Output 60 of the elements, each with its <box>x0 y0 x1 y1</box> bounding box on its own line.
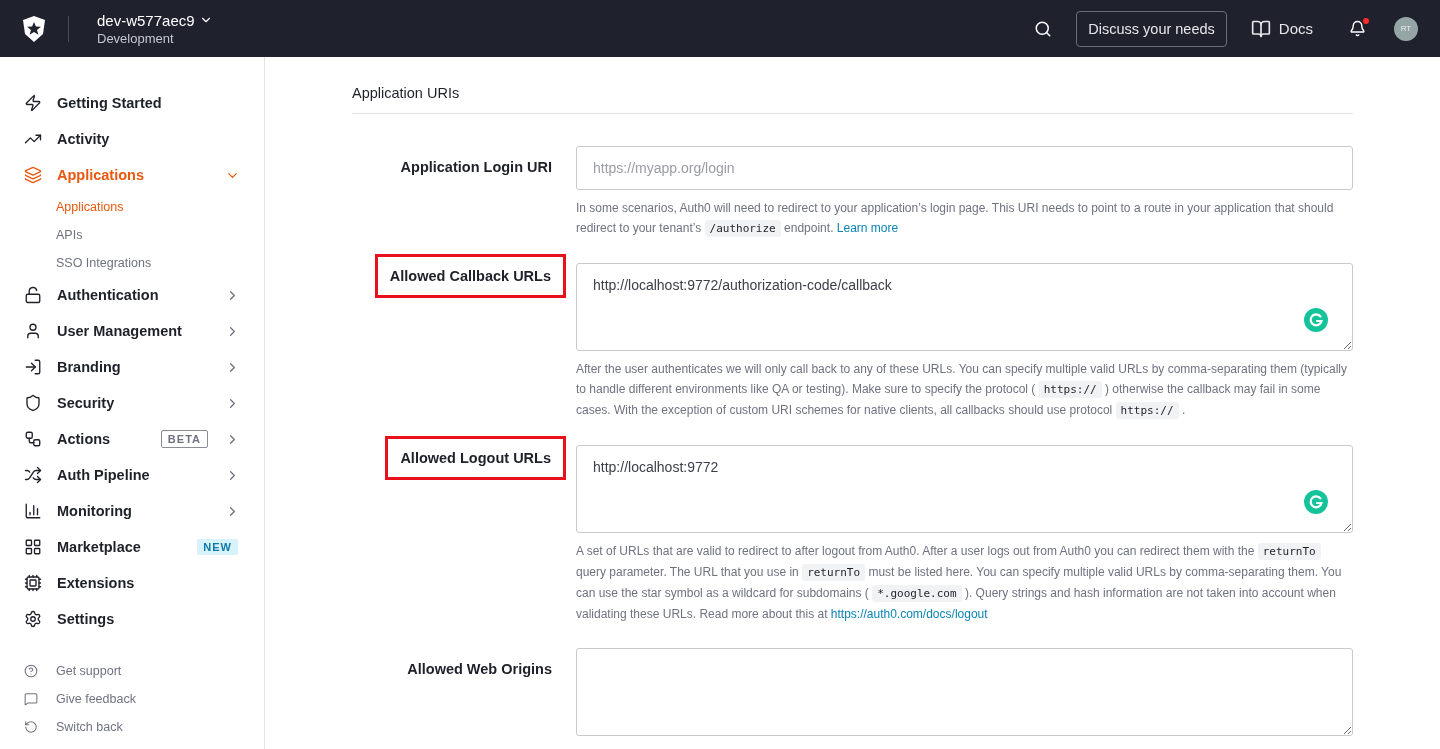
footer-link[interactable]: Get support <box>24 657 240 685</box>
url-textarea[interactable]: http://localhost:9772/authorization-code/callback <box>576 263 1353 351</box>
nav-badge: NEW <box>197 539 238 555</box>
url-input[interactable]: https://myapp.org/login <box>576 146 1353 190</box>
footer-link[interactable]: Switch back <box>24 713 240 741</box>
url-textarea[interactable] <box>576 648 1353 736</box>
nav-item[interactable]: Actions BETA <box>24 421 240 457</box>
login-icon <box>24 358 42 376</box>
layers-icon <box>24 166 42 184</box>
tenant-switcher[interactable]: dev-w577aec9 <box>97 11 213 29</box>
help-text: A set of URLs that are valid to redirect to after logout from Auth0. After a user logs out from Auth0 you can redirect them with the returnTo query parameter. The URL that you use in returnTo must be listed here. You can specify multiple valid URLs by comma-separating them. You can use the star symbol as a wildcard for subdomains ( *.google.com ). Query strings and hash information are not taken into account when validating these URLs. Read more about this at https://auth0.com/docs/logout <box>576 542 1343 623</box>
highlighted-field-label: Allowed Logout URLs <box>385 436 566 480</box>
nav-item[interactable]: Getting Started <box>24 85 240 121</box>
chip-icon <box>24 574 42 592</box>
grammarly-icon[interactable] <box>1304 490 1328 514</box>
nav-item[interactable]: Settings <box>24 601 240 637</box>
highlighted-field-label: Allowed Callback URLs <box>374 254 566 298</box>
environment-label: Development <box>97 30 175 46</box>
nav-item[interactable]: Extensions <box>24 565 240 601</box>
grammarly-icon[interactable] <box>1304 308 1328 332</box>
nav-item[interactable]: Authentication <box>24 277 240 313</box>
help-icon <box>24 664 38 678</box>
discuss-button[interactable]: Discuss your needs <box>1076 10 1227 47</box>
undo-icon <box>24 720 38 734</box>
book-icon <box>1250 18 1271 39</box>
shield-star-logo <box>22 15 46 42</box>
footer-link[interactable]: Give feedback <box>24 685 240 713</box>
bolt-icon <box>24 94 42 112</box>
nav-item[interactable]: Branding <box>24 349 240 385</box>
nav-item[interactable]: Marketplace NEW <box>24 529 240 565</box>
flow-icon <box>24 430 42 448</box>
nav-subitem[interactable]: APIs <box>24 221 240 249</box>
help-text: After the user authenticates we will only call back to any of these URLs. You can specify multiple valid URLs by comma-separating them (typically to handle different environments like QA or testing). Make sure to specify the protocol ( https:// ) otherwise the callback may fail in some cases. With the exception of custom URI schemes for native clients, all callbacks should use protocol https:// . <box>576 361 1349 421</box>
section-title: Application URIs <box>352 85 1353 114</box>
shield-icon <box>24 394 42 412</box>
notification-bell-icon[interactable] <box>1349 20 1366 37</box>
nav-badge: BETA <box>160 430 208 448</box>
nav-item[interactable]: Activity <box>24 121 240 157</box>
help-link[interactable]: https://auth0.com/docs/logout <box>830 607 988 621</box>
nav-subitem[interactable]: SSO Integrations <box>24 249 240 277</box>
lock-icon <box>24 286 42 304</box>
settings-icon <box>24 610 42 628</box>
nav-item[interactable]: Security <box>24 385 240 421</box>
help-link[interactable]: Learn more <box>836 221 899 235</box>
nav-item[interactable]: Auth Pipeline <box>24 457 240 493</box>
shuffle-icon <box>24 466 42 484</box>
chat-icon <box>24 692 38 706</box>
url-textarea[interactable]: http://localhost:9772 <box>576 445 1353 533</box>
bar-chart-icon <box>24 502 42 520</box>
help-text: In some scenarios, Auth0 will need to redirect to your application’s login page. This URI needs to point to a route in your application that should redirect to your tenant’s /authorize endpoint. Learn more <box>576 200 1335 239</box>
nav-item[interactable]: User Management <box>24 313 240 349</box>
field-label: Application Login URI <box>400 158 552 177</box>
nav-subitem[interactable]: Applications <box>24 193 240 221</box>
field-label: Allowed Web Origins <box>407 660 552 679</box>
grid-icon <box>24 538 42 556</box>
nav-item[interactable]: Monitoring <box>24 493 240 529</box>
user-icon <box>24 322 42 340</box>
nav-item[interactable]: Applications <box>24 157 240 193</box>
search-button[interactable] <box>1034 19 1053 38</box>
docs-link[interactable]: Docs <box>1250 18 1313 39</box>
